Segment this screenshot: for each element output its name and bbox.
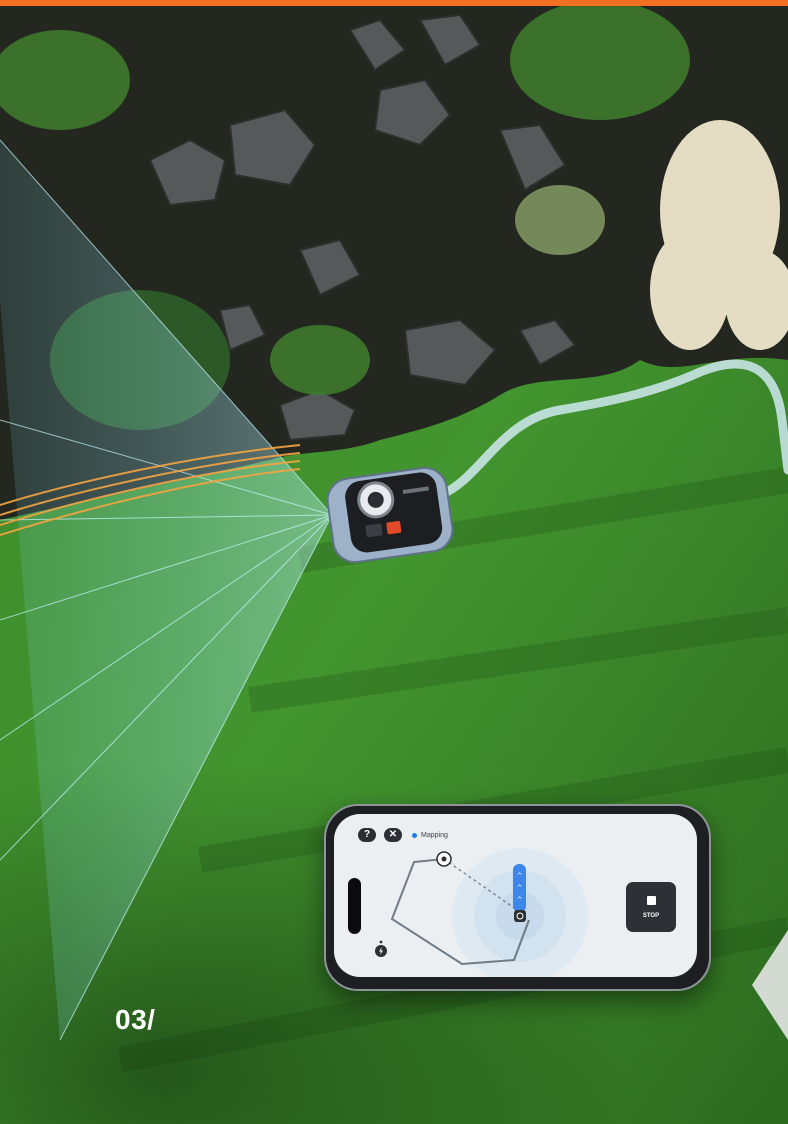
stop-square-icon xyxy=(647,896,656,905)
mower-position-marker xyxy=(514,910,526,922)
stop-button[interactable]: STOP xyxy=(626,882,676,932)
close-button[interactable]: ✕ xyxy=(384,828,402,842)
stop-button-label: STOP xyxy=(642,913,660,919)
svg-text:^: ^ xyxy=(517,884,523,892)
phone-mockup: ^ ^ ^ ? ✕ Mapping STOP xyxy=(324,804,711,991)
mapping-status-label: Mapping xyxy=(421,831,448,839)
svg-text:^: ^ xyxy=(517,872,523,880)
app-screen: ^ ^ ^ ? ✕ Mapping STOP xyxy=(334,814,697,977)
mapping-anchor-point xyxy=(436,851,452,867)
status-dot-icon xyxy=(412,832,417,838)
mapping-status: Mapping xyxy=(412,827,448,843)
help-button[interactable]: ? xyxy=(358,828,376,842)
dynamic-island xyxy=(348,878,361,934)
next-slide-arrow-icon[interactable] xyxy=(752,930,788,1040)
slide-number: 03/ xyxy=(115,1004,156,1035)
brand-accent-bar xyxy=(0,0,788,6)
robotic-mower xyxy=(326,466,454,564)
charging-station-icon[interactable] xyxy=(374,939,388,959)
svg-text:^: ^ xyxy=(517,896,523,904)
